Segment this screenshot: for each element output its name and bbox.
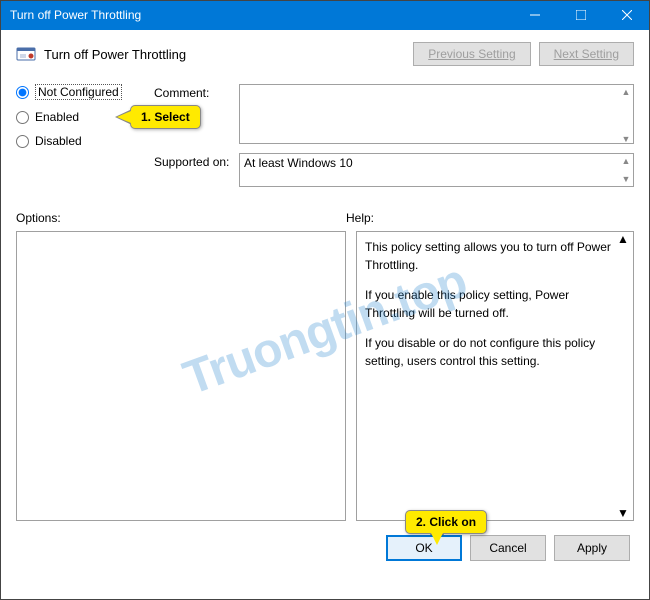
radio-enabled-label: Enabled: [35, 110, 79, 124]
supported-on-field: At least Windows 10: [239, 153, 634, 187]
help-box: This policy setting allows you to turn o…: [356, 231, 634, 521]
help-text: If you enable this policy setting, Power…: [365, 286, 615, 322]
close-button[interactable]: [604, 0, 650, 30]
help-label: Help:: [346, 211, 374, 225]
ok-button[interactable]: OK: [386, 535, 462, 561]
help-text: If you disable or do not configure this …: [365, 334, 615, 370]
radio-disabled[interactable]: [16, 135, 29, 148]
scroll-up-icon: ▲: [619, 85, 633, 99]
comment-scrollbar[interactable]: ▲ ▼: [619, 85, 633, 146]
previous-setting-button[interactable]: Previous Setting: [413, 42, 530, 66]
supported-label: Supported on:: [154, 153, 239, 169]
scroll-up-icon: ▲: [617, 232, 633, 246]
supported-scrollbar[interactable]: ▲ ▼: [619, 154, 633, 186]
radio-disabled-label: Disabled: [35, 134, 82, 148]
radio-enabled[interactable]: [16, 111, 29, 124]
annotation-click: 2. Click on: [405, 510, 487, 534]
options-label: Options:: [16, 211, 346, 225]
scroll-down-icon: ▼: [619, 172, 633, 186]
scroll-up-icon: ▲: [619, 154, 633, 168]
help-text: This policy setting allows you to turn o…: [365, 238, 615, 274]
action-buttons: OK Cancel Apply: [16, 535, 634, 561]
radio-group: Not Configured Enabled Disabled: [16, 84, 146, 193]
header-row: Turn off Power Throttling Previous Setti…: [16, 42, 634, 66]
minimize-button[interactable]: [512, 0, 558, 30]
page-title: Turn off Power Throttling: [44, 47, 405, 62]
cancel-button[interactable]: Cancel: [470, 535, 546, 561]
scroll-down-icon: ▼: [617, 506, 633, 520]
policy-icon: [16, 45, 36, 63]
next-setting-button[interactable]: Next Setting: [539, 42, 634, 66]
radio-not-configured[interactable]: [16, 86, 29, 99]
apply-button[interactable]: Apply: [554, 535, 630, 561]
maximize-button[interactable]: [558, 0, 604, 30]
options-box: [16, 231, 346, 521]
scroll-down-icon: ▼: [619, 132, 633, 146]
comment-input[interactable]: [239, 84, 634, 144]
comment-label: Comment:: [154, 84, 239, 100]
help-scrollbar[interactable]: ▲ ▼: [617, 232, 633, 520]
window-title: Turn off Power Throttling: [10, 8, 512, 22]
radio-not-configured-label: Not Configured: [35, 84, 122, 100]
annotation-select: 1. Select: [130, 105, 201, 129]
titlebar: Turn off Power Throttling: [0, 0, 650, 30]
